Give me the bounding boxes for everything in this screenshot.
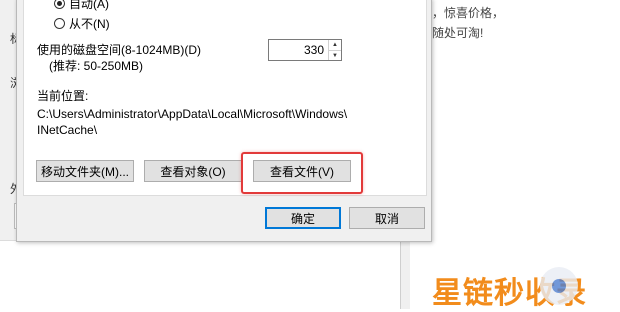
background-content-area	[0, 240, 400, 310]
brand-logo-icon	[540, 267, 578, 305]
location-label: 当前位置:	[37, 89, 89, 103]
disk-space-label: 使用的磁盘空间(8-1024MB)(D)	[37, 43, 202, 57]
settings-group: 自动(A) 从不(N) 使用的磁盘空间(8-1024MB)(D) (推荐: 50…	[23, 0, 427, 196]
promo-text-line1: ，惊喜价格，	[432, 6, 505, 20]
view-objects-button[interactable]: 查看对象(O)	[144, 160, 242, 182]
radio-auto-row[interactable]: 自动(A)	[54, 0, 109, 12]
disk-space-hint: (推荐: 50-250MB)	[49, 59, 144, 73]
spinner-buttons: ▲ ▼	[328, 40, 341, 60]
radio-auto[interactable]	[54, 0, 65, 9]
location-path-line1: C:\Users\Administrator\AppData\Local\Mic…	[37, 107, 348, 121]
spin-down-icon[interactable]: ▼	[329, 51, 341, 61]
disk-space-spinner[interactable]: 330 ▲ ▼	[268, 39, 342, 61]
disk-space-value[interactable]: 330	[304, 43, 324, 57]
radio-auto-label: 自动(A)	[69, 0, 109, 11]
highlight-box	[241, 152, 363, 194]
cache-settings-dialog: 自动(A) 从不(N) 使用的磁盘空间(8-1024MB)(D) (推荐: 50…	[16, 0, 432, 242]
location-path-line2: INetCache\	[37, 123, 98, 137]
background-divider	[400, 240, 401, 309]
radio-never-label: 从不(N)	[69, 17, 110, 31]
radio-never-row[interactable]: 从不(N)	[54, 15, 110, 32]
spin-up-icon[interactable]: ▲	[329, 40, 341, 51]
cancel-button[interactable]: 取消	[349, 207, 425, 229]
ok-button[interactable]: 确定	[265, 207, 341, 229]
move-folder-button[interactable]: 移动文件夹(M)...	[36, 160, 134, 182]
radio-never[interactable]	[54, 18, 65, 29]
promo-text-line2: 随处可淘!	[432, 26, 484, 40]
